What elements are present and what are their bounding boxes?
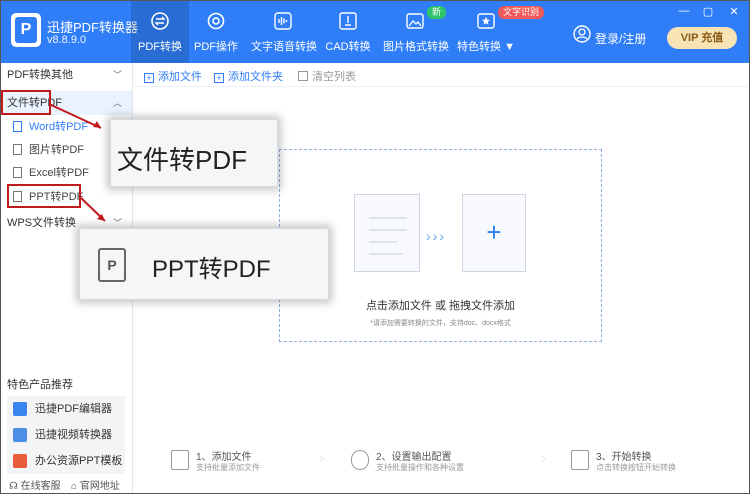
step-arrow-icon: ›	[541, 450, 547, 467]
step-title: 2、设置输出配置	[376, 452, 452, 463]
app-window: P 迅捷PDF转换器 v8.8.9.0 PDF转换 PDF操作 文字语音转换 C	[0, 0, 750, 494]
step-desc: 支持批量操作和各种设置	[376, 463, 464, 472]
step-arrow-icon: ›	[319, 450, 325, 467]
add-file-icon	[171, 450, 189, 470]
step-title: 3、开始转换	[596, 452, 652, 463]
step-desc: 支持批量添加文件	[196, 463, 260, 472]
gear-icon	[351, 450, 369, 470]
step-desc: 点击转换按钮开始转换	[596, 463, 676, 472]
callout-arrows	[48, 103, 106, 222]
step-title: 1、添加文件	[196, 452, 252, 463]
convert-icon	[571, 450, 589, 470]
